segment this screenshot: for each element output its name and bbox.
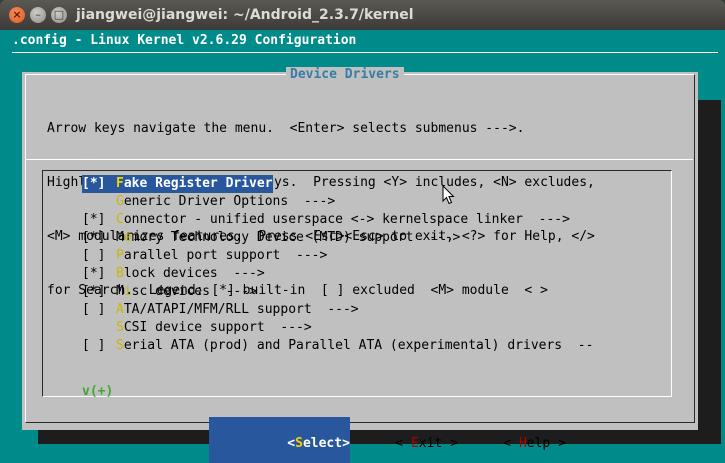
select-button-open: < [287, 436, 296, 451]
help-button-open: < [503, 436, 519, 451]
menu-item-mark [82, 319, 116, 337]
menu-item[interactable]: [ ] Parallel port support ---> [82, 247, 672, 265]
menu-item-label: ATA/ATAPI/MFM/RLL support ---> [116, 301, 359, 319]
button-bar: <Select> < Exit > < Help > [22, 417, 698, 463]
menu-item-mark [82, 193, 116, 211]
menu-item-mark: [*] [82, 284, 106, 299]
menu-item-label: Fake Register Driver [116, 175, 273, 193]
menu-item-mark: [*] [82, 212, 106, 227]
menu-item[interactable]: [*] Misc devices ---> [82, 283, 672, 301]
menu-item-hotkey: S [116, 338, 124, 353]
menu-item-mark: [ ] [82, 248, 106, 263]
help-button-close: > [550, 436, 566, 451]
menu-item[interactable]: [*] Block devices ---> [82, 265, 672, 283]
menu-item-label: Serial ATA (prod) and Parallel ATA (expe… [116, 337, 593, 355]
maximize-button[interactable]: □ [51, 7, 67, 23]
menu-item-mark: [*] [82, 266, 106, 281]
menu-item[interactable]: [*] Connector - unified userspace <-> ker… [82, 211, 672, 229]
scroll-more-indicator: v(+) [82, 384, 114, 399]
menu-item-hotkey: P [116, 248, 124, 263]
menu-item-text: lock devices ---> [123, 266, 265, 281]
menu-item-text: CSI device support ---> [123, 320, 312, 335]
menu-item-text: eneric Driver Options ---> [123, 194, 336, 209]
menuconfig-dialog: Device Drivers Arrow keys navigate the m… [22, 67, 698, 463]
close-button[interactable]: × [9, 7, 25, 23]
menu-item[interactable]: [*] Fake Register Driver [82, 175, 672, 193]
menu-item-text: ake Register Driver [123, 176, 273, 191]
minimize-button[interactable]: – [30, 7, 46, 23]
menu-item[interactable]: [ ] ATA/ATAPI/MFM/RLL support ---> [82, 301, 672, 319]
menu-item-hotkey: i [123, 284, 132, 299]
menu-item[interactable]: [ ] Serial ATA (prod) and Parallel ATA (e… [82, 337, 672, 355]
menu-item-label: Parallel port support ---> [116, 247, 327, 265]
terminal-window: × – □ jiangwei@jiangwei: ~/Android_2.3.7… [0, 0, 725, 463]
menu-item-hotkey: e [123, 230, 132, 245]
menu-item-hotkey: C [116, 212, 124, 227]
menu-item-text: erial ATA (prod) and Parallel ATA (exper… [123, 338, 594, 353]
menu-item[interactable]: SCSI device support ---> [82, 319, 672, 337]
terminal-area[interactable]: .config - Linux Kernel v2.6.29 Configura… [0, 30, 725, 463]
menu-item-text: sc devices ---> [131, 284, 257, 299]
window-title: jiangwei@jiangwei: ~/Android_2.3.7/kerne… [76, 7, 414, 23]
menu-item-mark: [ ] [82, 302, 106, 317]
select-hotkey: S [295, 436, 303, 451]
dialog-title: Device Drivers [286, 67, 404, 83]
menu-item-text: onnector - unified userspace <-> kernels… [123, 212, 570, 227]
menu-item-mark: [ ] [82, 338, 106, 353]
menu-item-hotkey: F [116, 176, 124, 191]
help-line: Arrow keys navigate the menu. <Enter> se… [47, 121, 525, 136]
exit-hotkey: E [410, 436, 419, 451]
menu-item-text: mory Technology Device (MTD) support ---… [131, 230, 461, 245]
menu-item[interactable]: Generic Driver Options ---> [82, 193, 672, 211]
config-title: .config - Linux Kernel v2.6.29 Configura… [12, 33, 357, 48]
menu-item-text: TA/ATAPI/MFM/RLL support ---> [123, 302, 359, 317]
menu-item-hotkey: G [116, 194, 124, 209]
help-button[interactable]: < Help > [425, 417, 566, 463]
exit-button-open: < [395, 436, 411, 451]
menu-item-label: Block devices ---> [116, 265, 265, 283]
help-separator [25, 159, 693, 160]
menu-item-label: SCSI device support ---> [116, 319, 312, 337]
menu-item-label: Generic Driver Options ---> [116, 193, 335, 211]
menu-item-text: arallel port support ---> [123, 248, 328, 263]
menu-item-mark: [*] [82, 230, 106, 245]
menu-item[interactable]: [*] Memory Technology Device (MTD) suppor… [82, 229, 672, 247]
menu-item-prefix: M [116, 230, 124, 245]
menu-item-label: Memory Technology Device (MTD) support -… [116, 229, 460, 247]
menu-item-hotkey: A [116, 302, 124, 317]
menu-item-hotkey: B [116, 266, 124, 281]
menu-item-hotkey: S [116, 320, 124, 335]
menu-item-mark: [*] [82, 175, 116, 193]
help-hotkey: H [518, 436, 527, 451]
title-bar[interactable]: × – □ jiangwei@jiangwei: ~/Android_2.3.7… [0, 0, 725, 30]
config-title-underline [12, 52, 718, 53]
mouse-cursor-icon [442, 185, 455, 205]
menu-item-label: Connector - unified userspace <-> kernel… [116, 211, 570, 229]
help-button-text: elp [526, 436, 551, 451]
menu-item-prefix: M [116, 284, 124, 299]
menu-list: [*] Fake Register Driver Generic Driver O… [82, 175, 672, 355]
menu-item-label: Misc devices ---> [116, 283, 257, 301]
